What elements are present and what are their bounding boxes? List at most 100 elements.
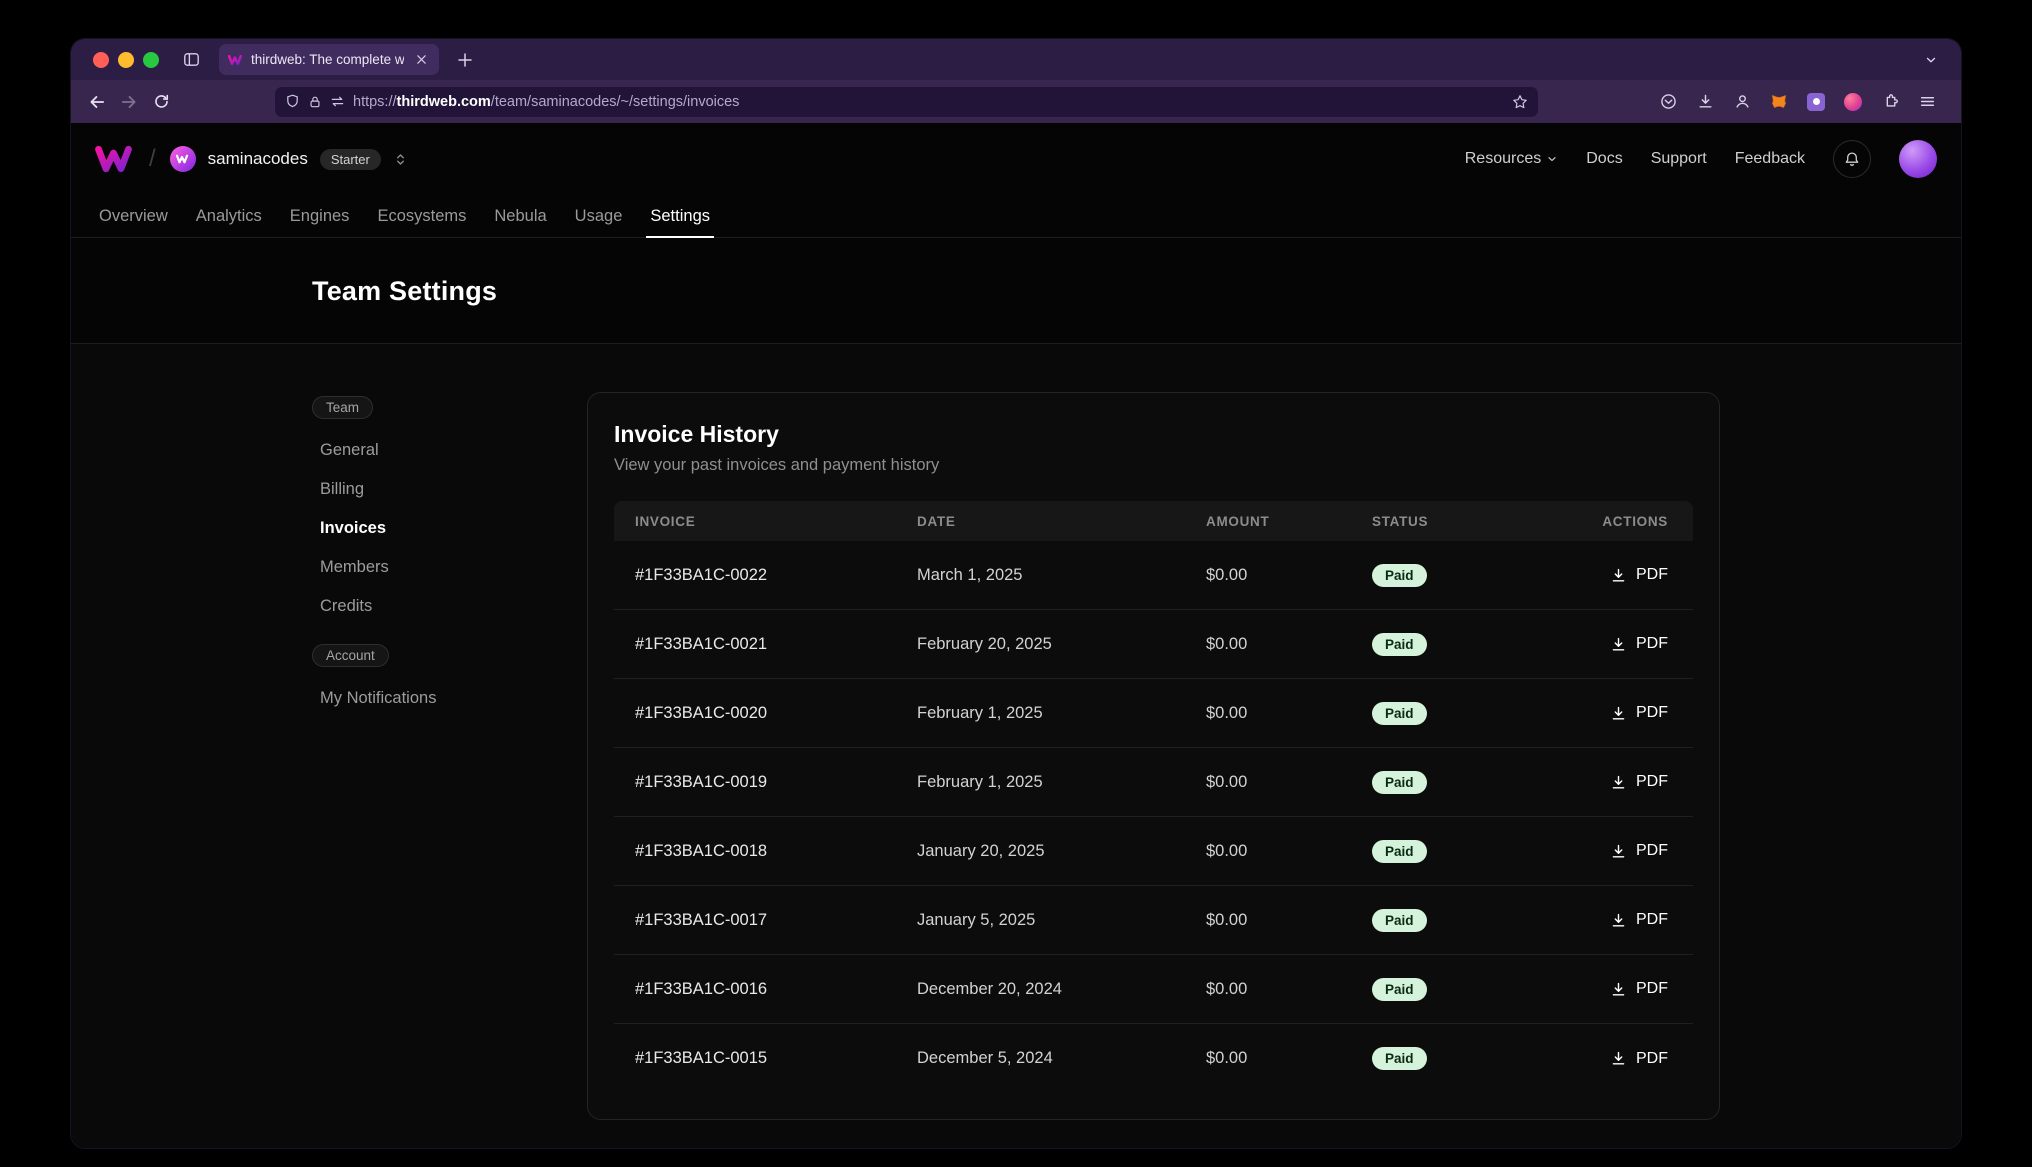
team-name[interactable]: saminacodes <box>208 149 308 169</box>
download-pdf-button[interactable]: PDF <box>1610 842 1668 860</box>
tab-bar: thirdweb: The complete web3 d <box>71 39 1961 80</box>
sidebar-section-account-badge: Account <box>312 644 389 667</box>
app-header: / saminacodes Starter Resources Docs Sup… <box>71 123 1961 195</box>
toolbar-extensions <box>1652 86 1951 118</box>
download-pdf-button[interactable]: PDF <box>1610 704 1668 722</box>
tab-nebula[interactable]: Nebula <box>480 195 560 237</box>
back-icon[interactable] <box>81 86 113 118</box>
url-text[interactable]: https://thirdweb.com/team/saminacodes/~/… <box>353 94 1504 110</box>
user-avatar[interactable] <box>1899 140 1937 178</box>
team-switcher-icon[interactable] <box>393 152 408 167</box>
invoice-row: #1F33BA1C-0021 February 20, 2025 $0.00 P… <box>614 610 1693 679</box>
sidebar-item-billing[interactable]: Billing <box>312 470 587 509</box>
download-pdf-button[interactable]: PDF <box>1610 635 1668 653</box>
tab-usage[interactable]: Usage <box>561 195 637 237</box>
status-badge: Paid <box>1372 909 1427 932</box>
breadcrumb-separator: / <box>149 145 156 173</box>
download-pdf-button[interactable]: PDF <box>1610 566 1668 584</box>
download-icon <box>1613 983 1623 994</box>
reload-icon[interactable] <box>145 86 177 118</box>
download-icon <box>1613 707 1623 718</box>
permissions-icon[interactable] <box>330 94 345 109</box>
pink-extension-icon[interactable] <box>1837 86 1869 118</box>
page-header: Team Settings <box>71 238 1961 344</box>
pocket-icon[interactable] <box>1652 86 1684 118</box>
plan-badge: Starter <box>320 149 381 170</box>
window-controls <box>93 52 159 68</box>
invoice-row: #1F33BA1C-0016 December 20, 2024 $0.00 P… <box>614 955 1693 1024</box>
invoice-id: #1F33BA1C-0015 <box>635 1049 917 1068</box>
notifications-bell-icon[interactable] <box>1833 140 1871 178</box>
lock-icon[interactable] <box>308 95 322 109</box>
invoice-table-header: INVOICE DATE AMOUNT STATUS ACTIONS <box>614 501 1693 541</box>
download-pdf-button[interactable]: PDF <box>1610 911 1668 929</box>
invoice-date: January 20, 2025 <box>917 842 1206 861</box>
tab-ecosystems[interactable]: Ecosystems <box>363 195 480 237</box>
col-amount: AMOUNT <box>1206 514 1372 529</box>
invoice-row: #1F33BA1C-0019 February 1, 2025 $0.00 Pa… <box>614 748 1693 817</box>
download-pdf-button[interactable]: PDF <box>1610 1050 1668 1068</box>
purple-extension-icon[interactable] <box>1800 86 1832 118</box>
status-badge: Paid <box>1372 771 1427 794</box>
invoice-row: #1F33BA1C-0022 March 1, 2025 $0.00 Paid … <box>614 541 1693 610</box>
tab-settings[interactable]: Settings <box>636 195 724 237</box>
downloads-icon[interactable] <box>1689 86 1721 118</box>
sidebar-item-invoices[interactable]: Invoices <box>312 509 587 548</box>
address-bar[interactable]: https://thirdweb.com/team/saminacodes/~/… <box>275 87 1538 117</box>
download-icon <box>1613 914 1623 925</box>
sidebar-item-my-notifications[interactable]: My Notifications <box>312 679 587 718</box>
sidebar-item-credits[interactable]: Credits <box>312 587 587 626</box>
close-window-button[interactable] <box>93 52 109 68</box>
bookmark-star-icon[interactable] <box>1512 94 1528 110</box>
browser-tab[interactable]: thirdweb: The complete web3 d <box>219 44 439 75</box>
invoice-date: December 20, 2024 <box>917 980 1206 999</box>
invoice-amount: $0.00 <box>1206 635 1372 654</box>
invoice-id: #1F33BA1C-0017 <box>635 911 917 930</box>
invoice-date: February 1, 2025 <box>917 773 1206 792</box>
forward-icon[interactable] <box>113 86 145 118</box>
status-badge: Paid <box>1372 978 1427 1001</box>
docs-link[interactable]: Docs <box>1586 150 1622 168</box>
download-pdf-button[interactable]: PDF <box>1610 980 1668 998</box>
tab-engines[interactable]: Engines <box>276 195 364 237</box>
firefox-view-icon[interactable] <box>175 44 207 76</box>
download-pdf-button[interactable]: PDF <box>1610 773 1668 791</box>
sidebar-item-general[interactable]: General <box>312 431 587 470</box>
thirdweb-dashboard: / saminacodes Starter Resources Docs Sup… <box>71 123 1961 1148</box>
resources-menu[interactable]: Resources <box>1465 150 1558 168</box>
thirdweb-logo[interactable] <box>95 144 135 174</box>
tab-analytics[interactable]: Analytics <box>182 195 276 237</box>
zoom-window-button[interactable] <box>143 52 159 68</box>
menu-hamburger-icon[interactable] <box>1911 86 1943 118</box>
tab-overview[interactable]: Overview <box>85 195 182 237</box>
extensions-puzzle-icon[interactable] <box>1874 86 1906 118</box>
settings-content: Team General Billing Invoices Members Cr… <box>71 344 1961 1148</box>
page-title: Team Settings <box>312 238 1720 343</box>
invoice-date: December 5, 2024 <box>917 1049 1206 1068</box>
new-tab-button[interactable] <box>449 44 481 76</box>
invoice-amount: $0.00 <box>1206 773 1372 792</box>
status-badge: Paid <box>1372 564 1427 587</box>
tracking-protection-shield-icon[interactable] <box>285 94 300 109</box>
invoice-amount: $0.00 <box>1206 704 1372 723</box>
account-icon[interactable] <box>1726 86 1758 118</box>
invoice-row: #1F33BA1C-0018 January 20, 2025 $0.00 Pa… <box>614 817 1693 886</box>
col-status: STATUS <box>1372 514 1602 529</box>
metamask-extension-icon[interactable] <box>1763 86 1795 118</box>
invoice-amount: $0.00 <box>1206 566 1372 585</box>
support-link[interactable]: Support <box>1651 150 1707 168</box>
sidebar-item-members[interactable]: Members <box>312 548 587 587</box>
invoice-date: March 1, 2025 <box>917 566 1206 585</box>
feedback-link[interactable]: Feedback <box>1735 150 1805 168</box>
invoice-id: #1F33BA1C-0020 <box>635 704 917 723</box>
tab-title: thirdweb: The complete web3 d <box>251 52 404 67</box>
col-invoice: INVOICE <box>635 514 917 529</box>
tab-close-icon[interactable] <box>412 51 430 69</box>
invoice-row: #1F33BA1C-0015 December 5, 2024 $0.00 Pa… <box>614 1024 1693 1093</box>
invoice-row: #1F33BA1C-0020 February 1, 2025 $0.00 Pa… <box>614 679 1693 748</box>
minimize-window-button[interactable] <box>118 52 134 68</box>
invoice-amount: $0.00 <box>1206 980 1372 999</box>
tab-list-chevron-icon[interactable] <box>1915 44 1947 76</box>
team-avatar[interactable] <box>170 146 196 172</box>
screen: thirdweb: The complete web3 d <box>0 0 2032 1167</box>
